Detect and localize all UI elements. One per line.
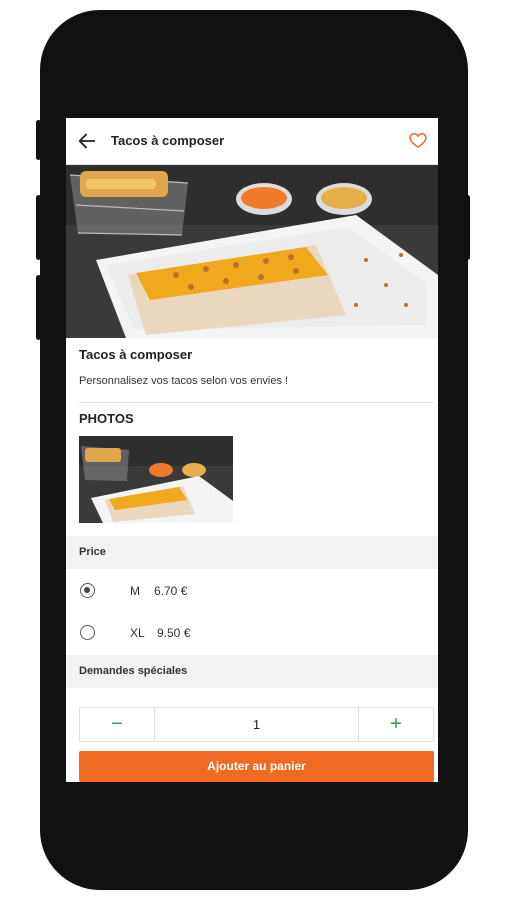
price-heading: Price <box>79 546 106 558</box>
option-size: XL <box>130 626 145 640</box>
divider <box>79 402 434 403</box>
photo-thumbnail[interactable] <box>79 436 233 523</box>
page-title: Tacos à composer <box>111 133 225 148</box>
radio-button[interactable] <box>80 625 95 640</box>
increase-quantity-button[interactable]: + <box>358 708 433 741</box>
photos-heading: PHOTOS <box>79 411 134 426</box>
product-description: Personnalisez vos tacos selon vos envies… <box>79 375 289 387</box>
phone-side-button <box>36 120 41 160</box>
heart-icon[interactable] <box>408 130 428 150</box>
decrease-quantity-button[interactable]: − <box>80 708 155 741</box>
price-option-xl[interactable]: XL 9.50 € <box>66 613 438 653</box>
add-to-cart-button[interactable]: Ajouter au panier <box>79 751 434 782</box>
phone-side-button <box>465 195 470 260</box>
quantity-stepper: − 1 + <box>79 707 434 742</box>
radio-button-selected[interactable] <box>80 583 95 598</box>
back-arrow-icon[interactable] <box>76 130 98 152</box>
option-price: 6.70 € <box>154 584 188 598</box>
app-screen: Tacos à composer Tacos à composer Person… <box>66 118 438 782</box>
special-requests-heading: Demandes spéciales <box>79 665 188 677</box>
phone-side-button <box>36 195 41 260</box>
product-hero-image <box>66 165 438 338</box>
price-option-m[interactable]: M 6.70 € <box>66 571 438 611</box>
special-requests-header: Demandes spéciales <box>66 655 438 688</box>
app-bar: Tacos à composer <box>66 118 438 165</box>
option-price: 9.50 € <box>157 626 191 640</box>
option-size: M <box>130 584 140 598</box>
phone-side-button <box>36 275 41 340</box>
product-name: Tacos à composer <box>79 347 193 362</box>
price-section-header: Price <box>66 536 438 569</box>
quantity-value: 1 <box>252 717 261 732</box>
